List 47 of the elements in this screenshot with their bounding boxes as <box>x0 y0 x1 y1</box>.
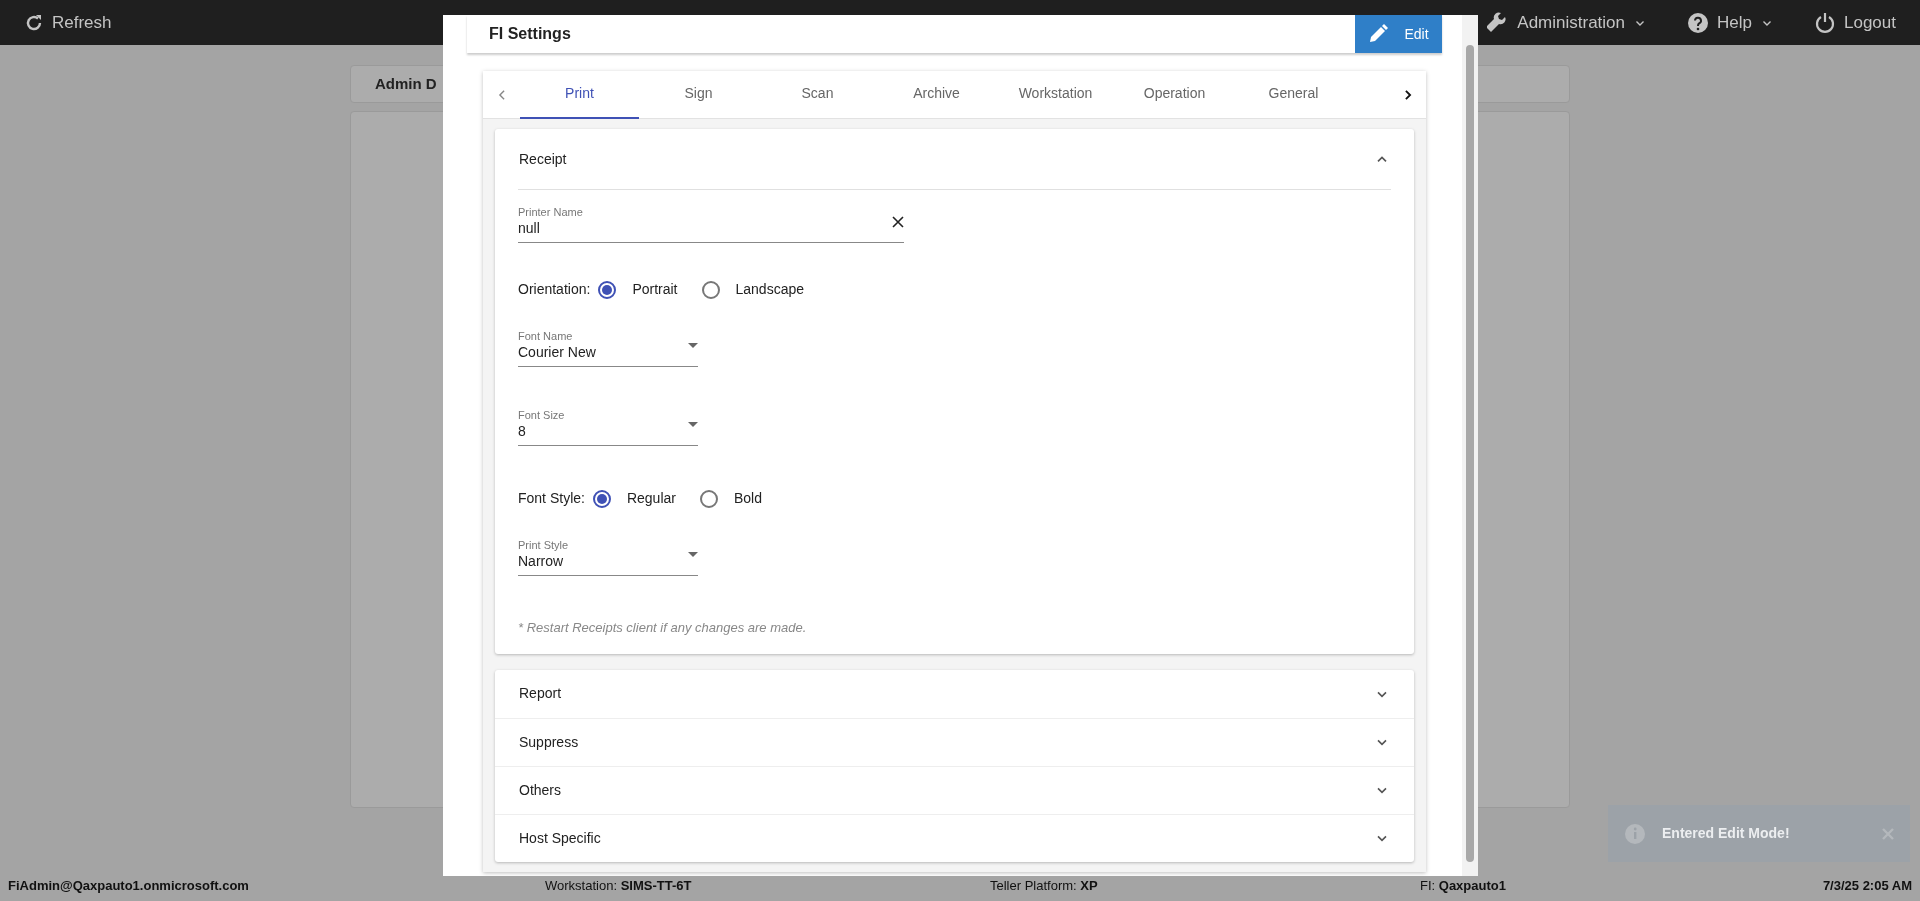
section-header[interactable]: Others <box>495 765 1414 814</box>
date-time: 7/3/25 2:05 AM <box>1822 877 1912 896</box>
radio-option[interactable]: Landscape <box>701 279 804 300</box>
dropdown-caret-icon <box>688 342 698 349</box>
close-icon <box>892 215 904 228</box>
platform-label: Teller Platform: XP <box>990 877 1099 896</box>
fi-label: FI: Qaxpauto1 <box>1420 877 1506 896</box>
refresh-button[interactable]: Refresh <box>24 9 112 36</box>
restart-note: * Restart Receipts client if any changes are made. <box>518 619 808 637</box>
input-field[interactable]: Printer Name null <box>518 206 904 243</box>
menu-dropdown[interactable]: Help <box>1687 9 1774 36</box>
menu-dropdown[interactable]: Administration <box>1487 9 1648 36</box>
close-icon <box>1882 827 1894 840</box>
power-icon <box>1814 11 1836 34</box>
toast-message: Entered Edit Mode! <box>1662 824 1791 843</box>
logout-button[interactable]: Logout <box>1814 9 1896 36</box>
page-title: Admin D <box>375 73 437 94</box>
tab[interactable]: Archive <box>877 70 996 119</box>
scrollbar[interactable] <box>1462 15 1478 876</box>
tab[interactable]: Sign <box>639 70 758 119</box>
select-field[interactable]: Print Style Narrow <box>518 539 698 576</box>
select-field[interactable]: Font Size 8 <box>518 409 698 446</box>
radio-option[interactable]: Regular <box>592 488 676 509</box>
radio-option[interactable]: Portrait <box>598 279 678 300</box>
refresh-icon <box>24 12 44 33</box>
tab[interactable]: Scan <box>758 70 877 119</box>
info-icon <box>1624 822 1646 845</box>
tab[interactable]: Operation <box>1115 70 1234 119</box>
help-icon <box>1687 11 1710 34</box>
tab[interactable]: Workstation <box>996 70 1115 119</box>
radio-group-label: Font Style: <box>518 489 585 508</box>
section-header[interactable]: Suppress <box>495 717 1414 766</box>
dropdown-caret-icon <box>688 421 698 428</box>
radio-group-label: Orientation: <box>518 280 591 299</box>
pencil-icon <box>1368 24 1389 44</box>
section-header[interactable]: Receipt <box>495 129 1414 189</box>
workstation-label: Workstation: SIMS-TT-6T <box>545 877 693 896</box>
select-field[interactable]: Font Name Courier New <box>518 330 698 367</box>
radio-option[interactable]: Bold <box>699 488 762 509</box>
user-email: FiAdmin@Qaxpauto1.onmicrosoft.com <box>8 877 250 896</box>
section-header[interactable]: Host Specific <box>495 813 1414 862</box>
tab[interactable]: Print <box>520 70 639 119</box>
dropdown-caret-icon <box>688 551 698 558</box>
edit-button[interactable]: Edit <box>1355 15 1442 53</box>
tab[interactable]: General <box>1234 70 1353 119</box>
section-header[interactable]: Report <box>495 669 1414 718</box>
dialog-title: FI Settings <box>489 24 572 44</box>
